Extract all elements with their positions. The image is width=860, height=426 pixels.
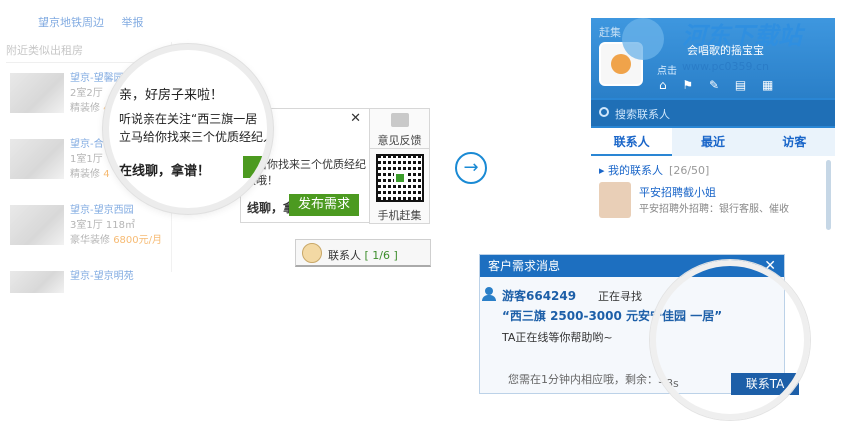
- search-icon: [599, 107, 609, 117]
- user-avatar[interactable]: [599, 42, 643, 86]
- contact-ta-button[interactable]: 联系TA: [731, 373, 799, 395]
- close-icon[interactable]: ✕: [764, 255, 776, 277]
- scrollbar[interactable]: [826, 160, 831, 230]
- contact-name: 平安招聘截小姐: [639, 186, 716, 199]
- group-count: [26/50]: [669, 164, 710, 177]
- listing-decor: 精装修: [70, 103, 104, 114]
- listing-layout: 1室1厅: [70, 154, 103, 165]
- link-subway[interactable]: 望京地铁周边: [38, 16, 104, 29]
- listing-thumbnail[interactable]: [10, 139, 64, 179]
- top-links: 望京地铁周边 举报: [38, 14, 158, 30]
- mobile-label[interactable]: 手机赶集: [370, 207, 429, 223]
- tab-contacts[interactable]: 联系人: [591, 128, 673, 156]
- search-placeholder: 搜索联系人: [615, 108, 670, 121]
- contact-group[interactable]: ▸ 我的联系人 [26/50]: [599, 162, 709, 178]
- link-report[interactable]: 举报: [122, 16, 144, 29]
- listing-title[interactable]: 望京-望京明苑: [70, 269, 134, 284]
- contact-avatar: [599, 182, 631, 218]
- listing-price: 6800元/月: [113, 235, 163, 246]
- magnified-slogan: 在线聊，拿谱！: [119, 164, 211, 179]
- feedback-button[interactable]: 意见反馈: [370, 109, 429, 149]
- close-icon[interactable]: ✕: [350, 111, 361, 126]
- magnified-line3: 立马给你找来三个优质经纪人: [119, 130, 273, 144]
- im-subtext: 点击: [657, 66, 677, 77]
- list-item[interactable]: 望京-望京明苑: [6, 267, 171, 297]
- notification-title: 客户需求消息: [480, 255, 784, 277]
- customer-request-notification: 客户需求消息 ✕ 游客664249 正在寻找 “西三旗 2500-3000 元安…: [479, 254, 799, 395]
- listing-decor: 精装修: [70, 169, 104, 180]
- im-toolbar-icons[interactable]: ⌂ ⚑ ✎ ▤ ▦: [659, 78, 779, 92]
- listing-thumbnail[interactable]: [10, 205, 64, 245]
- listing-decor: 豪华装修: [70, 235, 114, 246]
- countdown-seconds: 8s: [666, 377, 679, 390]
- magnified-line2: 听说亲在关注“西三旗一居: [119, 112, 258, 126]
- user-icon: [482, 287, 496, 301]
- im-header: 赶集 会唱歌的摇宝宝 点击 ⌂ ⚑ ✎ ▤ ▦: [591, 18, 835, 98]
- im-username: 会唱歌的摇宝宝: [687, 44, 764, 57]
- contact-bar[interactable]: 联系人 [ 1/6 ]: [295, 239, 431, 267]
- feedback-icon: [390, 113, 409, 127]
- listing-thumbnail[interactable]: [10, 73, 64, 113]
- list-item[interactable]: 望京-望京西园 3室1厅 118㎡ 豪华装修 6800元/月: [6, 201, 171, 261]
- feedback-label: 意见反馈: [377, 134, 422, 147]
- arrow-right-icon: →: [455, 152, 487, 184]
- listing-price: 4: [103, 169, 110, 180]
- im-panel: 赶集 会唱歌的摇宝宝 点击 ⌂ ⚑ ✎ ▤ ▦ 搜索联系人 联系人 最近 访客 …: [591, 18, 835, 240]
- listing-layout: 3室1厅 118㎡: [70, 220, 135, 231]
- im-hello: 赶集: [599, 26, 621, 39]
- qr-code-icon: [376, 154, 424, 202]
- donkey-avatar-icon: [302, 243, 322, 263]
- contact-search-input[interactable]: 搜索联系人: [591, 100, 835, 126]
- listing-thumbnail[interactable]: [10, 271, 64, 293]
- magnifier-left: 亲，好房子来啦！ 听说亲在关注“西三旗一居 立马给你找来三个优质经纪人 在线聊，…: [103, 44, 273, 214]
- contact-bar-label: 联系人: [328, 249, 361, 262]
- magnified-button-edge: [243, 156, 267, 178]
- tab-recent[interactable]: 最近: [672, 128, 753, 156]
- listing-page: 望京地铁周边 举报 附近类似出租房 望京-望馨园 2室2厅 精装修 4 望京-合…: [0, 0, 440, 300]
- visitor-status: 正在寻找: [598, 290, 642, 303]
- request-text: “西三旗 2500-3000 元安宁佳园 一居”: [502, 309, 723, 323]
- side-tools: 意见反馈 手机赶集: [369, 108, 430, 224]
- tab-visitors[interactable]: 访客: [754, 128, 835, 156]
- list-item[interactable]: 平安招聘截小姐 平安招聘外招聘：银行客服、催收: [599, 182, 799, 222]
- publish-request-button[interactable]: 发布需求: [289, 194, 359, 216]
- contact-desc: 平安招聘外招聘：银行客服、催收: [639, 204, 789, 215]
- visitor-name: 游客664249: [502, 289, 577, 303]
- waiting-text: TA正在线等你帮助哟~: [502, 331, 613, 344]
- im-tabs: 联系人 最近 访客: [591, 128, 835, 156]
- group-name: 我的联系人: [608, 164, 664, 177]
- contact-list: ▸ 我的联系人 [26/50] 平安招聘截小姐 平安招聘外招聘：银行客服、催收: [591, 156, 835, 240]
- countdown-text: 您需在1分钟内相应哦，剩余：3: [508, 373, 665, 386]
- magnified-greeting: 亲，好房子来啦！: [119, 88, 224, 103]
- listing-title[interactable]: 望京-望京西园: [70, 203, 162, 218]
- contact-count: [ 1/6 ]: [364, 249, 398, 262]
